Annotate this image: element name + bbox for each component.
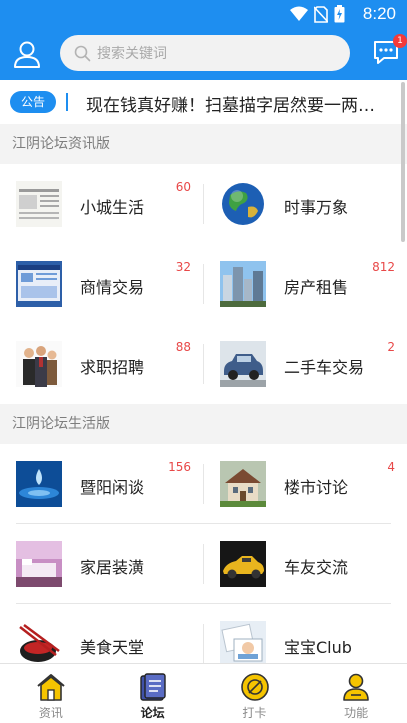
forum-item-xiaocheng[interactable]: 小城生活 60 xyxy=(0,164,203,244)
section-title-news: 江阴论坛资讯版 xyxy=(0,124,407,164)
forum-item-ershouche[interactable]: 二手车交易 2 xyxy=(204,324,407,404)
newspaper-image xyxy=(16,181,62,227)
forum-item-count: 88 xyxy=(175,340,191,354)
baby-photo-image xyxy=(220,621,266,667)
forum-item-label: 宝宝Club xyxy=(284,638,352,657)
business-people-image xyxy=(16,341,62,387)
forum-item-shishi[interactable]: 时事万象 xyxy=(204,164,407,244)
book-icon xyxy=(140,673,166,701)
battery-charging-icon xyxy=(334,5,345,23)
section-title-life: 江阴论坛生活版 xyxy=(0,404,407,444)
forum-row: 暨阳闲谈 156 楼市讨论 4 xyxy=(0,444,407,524)
buildings-image xyxy=(220,261,266,307)
forum-item-qiuzhi[interactable]: 求职招聘 88 xyxy=(0,324,203,404)
forum-item-loushi[interactable]: 楼市讨论 4 xyxy=(204,444,407,524)
top-bar: 8:20 搜索关键词 xyxy=(0,0,407,80)
forum-item-count: 60 xyxy=(175,180,191,194)
forum-row: 商情交易 32 房产租售 812 xyxy=(0,244,407,324)
tab-label: 论坛 xyxy=(140,706,165,720)
forum-item-jiyang[interactable]: 暨阳闲谈 156 xyxy=(0,444,203,524)
forum-item-label: 商情交易 xyxy=(80,278,145,297)
tab-features[interactable]: 功能 xyxy=(305,664,407,723)
forum-row: 小城生活 60 时事万象 xyxy=(0,164,407,244)
forum-item-label: 求职招聘 xyxy=(80,358,145,377)
tab-label: 功能 xyxy=(344,706,369,720)
message-badge: 1 xyxy=(393,34,407,48)
forum-row: 家居装潢 车友交流 xyxy=(0,524,407,604)
header: 搜索关键词 xyxy=(0,33,407,73)
forum-item-label: 美食天堂 xyxy=(80,638,145,657)
clock-in-icon xyxy=(240,673,269,701)
forum-item-shangqing[interactable]: 商情交易 32 xyxy=(0,244,203,324)
forum-grid-news: 小城生活 60 时事万象 商情交易 32 房产租售 812 求职招聘 88 二手… xyxy=(0,164,407,404)
forum-item-label: 家居装潢 xyxy=(80,558,145,577)
villa-image xyxy=(220,461,266,507)
scrollbar[interactable] xyxy=(401,82,405,242)
tab-label: 资讯 xyxy=(38,706,63,720)
forum-item-label: 房产租售 xyxy=(284,278,349,297)
notice-text[interactable]: 现在钱真好赚！扫墓描字居然要一两… xyxy=(86,91,375,116)
notice-divider xyxy=(66,93,68,111)
notice-tag: 公告 xyxy=(10,91,56,113)
forum-item-count: 812 xyxy=(372,260,395,274)
window-screen-image xyxy=(16,261,62,307)
forum-item-cheyou[interactable]: 车友交流 xyxy=(204,524,407,604)
person-icon xyxy=(343,673,370,701)
forum-item-label: 小城生活 xyxy=(80,198,145,217)
forum-grid-life: 暨阳闲谈 156 楼市讨论 4 家居装潢 车友交流 美食天堂 宝宝Club xyxy=(0,444,407,684)
wifi-icon xyxy=(290,6,308,21)
forum-item-count: 4 xyxy=(387,460,395,474)
chopsticks-bowl-image xyxy=(16,621,62,667)
forum-item-fangchan[interactable]: 房产租售 812 xyxy=(204,244,407,324)
mini-car-image xyxy=(220,341,266,387)
bedroom-image xyxy=(16,541,62,587)
forum-item-count: 2 xyxy=(387,340,395,354)
status-bar: 8:20 xyxy=(0,0,407,28)
search-placeholder: 搜索关键词 xyxy=(97,46,167,62)
forum-row: 求职招聘 88 二手车交易 2 xyxy=(0,324,407,404)
water-drop-image xyxy=(16,461,62,507)
no-sim-icon xyxy=(314,5,328,23)
forum-item-count: 32 xyxy=(175,260,191,274)
home-icon xyxy=(37,674,65,701)
tab-label: 打卡 xyxy=(242,706,267,720)
forum-item-label: 时事万象 xyxy=(284,198,349,217)
tab-checkin[interactable]: 打卡 xyxy=(204,664,306,723)
globe-image xyxy=(220,181,266,227)
search-input[interactable]: 搜索关键词 xyxy=(60,35,350,71)
status-time: 8:20 xyxy=(362,4,396,23)
forum-item-label: 暨阳闲谈 xyxy=(80,478,145,497)
notice-bar[interactable]: 公告 现在钱真好赚！扫墓描字居然要一两… xyxy=(0,80,407,124)
bottom-tab-bar: 资讯 论坛 打卡 功能 xyxy=(0,663,407,723)
tab-news[interactable]: 资讯 xyxy=(0,664,102,723)
search-icon xyxy=(74,45,91,61)
forum-item-label: 二手车交易 xyxy=(284,358,365,377)
user-icon[interactable] xyxy=(12,39,42,69)
forum-item-count: 156 xyxy=(168,460,191,474)
forum-item-label: 车友交流 xyxy=(284,558,349,577)
tab-forum[interactable]: 论坛 xyxy=(102,664,204,723)
status-icons xyxy=(290,5,345,23)
app-screen: 8:20 搜索关键词 1 公告 现在钱真好赚！扫墓描字居然要一两… 江阴论坛资讯… xyxy=(0,0,407,723)
sports-car-image xyxy=(220,541,266,587)
forum-item-label: 楼市讨论 xyxy=(284,478,349,497)
forum-item-jiaju[interactable]: 家居装潢 xyxy=(0,524,203,604)
